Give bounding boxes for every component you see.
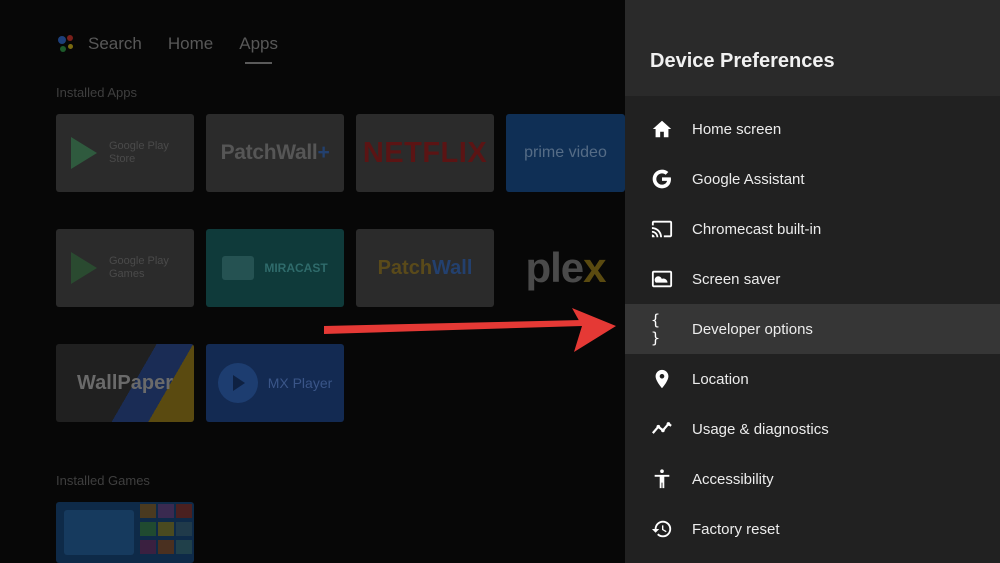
menu-item-label: Location xyxy=(692,370,749,388)
app-tile-patchwall[interactable]: Patch Wall xyxy=(356,229,494,307)
top-navigation: Search Home Apps xyxy=(56,32,304,64)
app-tile-wallpaper[interactable]: WallPaper xyxy=(56,344,194,422)
app-tile-label: MX Player xyxy=(267,375,333,391)
nav-home[interactable]: Home xyxy=(168,34,213,54)
menu-item-location[interactable]: Location xyxy=(625,354,1000,404)
nav-search[interactable]: Search xyxy=(88,34,142,54)
app-tile-label: MIRACAST xyxy=(264,261,328,275)
menu-item-factory-reset[interactable]: Factory reset xyxy=(625,504,1000,554)
app-tile-google-play-store[interactable]: Google Play Store xyxy=(56,114,194,192)
app-tile-prime-video[interactable]: prime video xyxy=(506,114,625,192)
menu-item-label: Home screen xyxy=(692,120,782,138)
miracast-icon xyxy=(222,256,255,280)
app-tile-miracast[interactable]: MIRACAST xyxy=(206,229,344,307)
app-tile-google-play-games[interactable]: Google Play Games xyxy=(56,229,194,307)
history-icon xyxy=(651,518,673,540)
google-assistant-dots-icon xyxy=(56,33,78,55)
red-arrow-annotation xyxy=(324,308,616,352)
arrow-shaft xyxy=(324,320,582,334)
app-tile-label: Patch xyxy=(377,256,433,279)
arrow-head xyxy=(572,308,616,352)
panel-title: Device Preferences xyxy=(650,50,835,72)
menu-item-google-assistant[interactable]: Google Assistant xyxy=(625,154,1000,204)
plus-sign: + xyxy=(317,141,330,164)
app-tile-label: WallPaper xyxy=(77,371,173,394)
menu-item-screen-saver[interactable]: Screen saver xyxy=(625,254,1000,304)
home-icon xyxy=(651,118,673,140)
menu-item-label: Factory reset xyxy=(692,520,780,538)
installed-apps-label: Installed Apps xyxy=(56,85,137,100)
cast-icon xyxy=(651,218,673,240)
app-tile-label: Google Play Store xyxy=(109,140,169,165)
app-tile-plex[interactable]: ple x xyxy=(506,229,625,307)
accessibility-icon xyxy=(651,468,673,490)
menu-item-label: Chromecast built-in xyxy=(692,220,822,238)
braces-icon: { } xyxy=(651,311,673,347)
menu-item-label: Usage & diagnostics xyxy=(692,420,829,438)
app-tile-label: prime video xyxy=(524,144,607,161)
installed-games-label: Installed Games xyxy=(56,473,150,488)
preferences-menu: Home screen Google Assistant Chromecast … xyxy=(625,96,1000,554)
device-preferences-panel: Device Preferences Home screen Google As… xyxy=(625,0,1000,563)
panel-header: Device Preferences xyxy=(625,0,1000,96)
app-tile-label: PatchWall xyxy=(220,141,318,164)
menu-item-developer-options[interactable]: { } Developer options xyxy=(625,304,1000,354)
menu-item-label: Accessibility xyxy=(692,470,774,488)
menu-item-chromecast[interactable]: Chromecast built-in xyxy=(625,204,1000,254)
app-tile-label: ple xyxy=(525,244,584,291)
menu-item-home-screen[interactable]: Home screen xyxy=(625,104,1000,154)
app-tile-label: Google Play Games xyxy=(109,255,169,280)
menu-item-label: Screen saver xyxy=(692,270,781,288)
app-tile-label: Wall xyxy=(432,256,473,279)
app-tile-label: x xyxy=(583,244,606,291)
menu-item-accessibility[interactable]: Accessibility xyxy=(625,454,1000,504)
app-tile-label: NETFLIX xyxy=(362,136,488,169)
screen-saver-icon xyxy=(651,268,673,290)
menu-item-usage-diagnostics[interactable]: Usage & diagnostics xyxy=(625,404,1000,454)
menu-item-label: Google Assistant xyxy=(692,170,805,188)
google-g-icon xyxy=(651,168,673,190)
play-icon xyxy=(217,363,258,403)
app-tile-patchwall-plus[interactable]: PatchWall + xyxy=(206,114,344,192)
game-thumbnail-icon xyxy=(64,504,192,555)
menu-item-label: Developer options xyxy=(692,320,813,338)
nav-apps[interactable]: Apps xyxy=(239,34,278,64)
play-store-logo-icon xyxy=(71,137,97,169)
trend-line-icon xyxy=(651,418,673,440)
game-tile[interactable] xyxy=(56,502,194,563)
location-pin-icon xyxy=(651,368,673,390)
play-games-logo-icon xyxy=(71,252,97,284)
app-tile-netflix[interactable]: NETFLIX xyxy=(356,114,494,192)
launcher-background: Search Home Apps Installed Apps Google P… xyxy=(0,0,625,563)
braces-glyph: { } xyxy=(651,311,663,347)
